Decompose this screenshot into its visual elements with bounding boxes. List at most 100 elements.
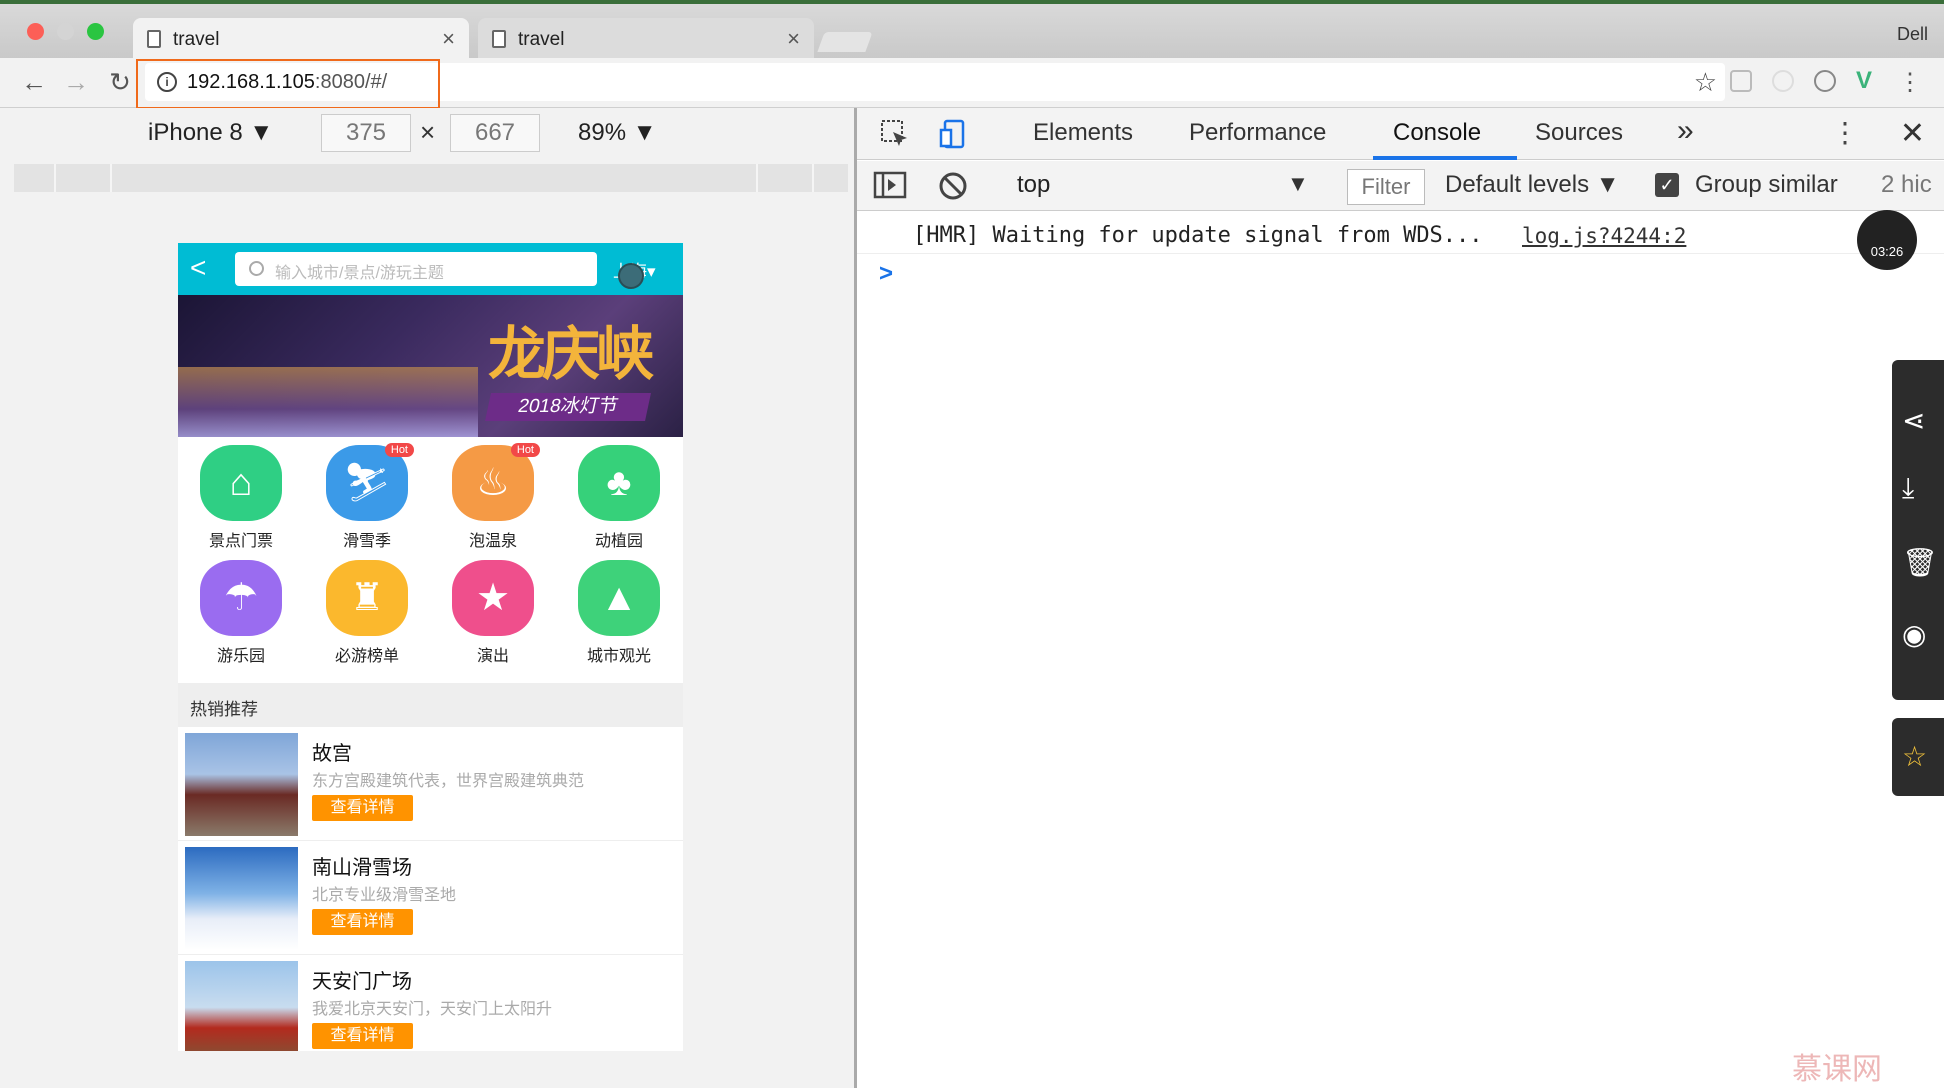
search-input[interactable]: 输入城市/景点/游玩主题 <box>235 252 597 286</box>
cursor-indicator <box>618 263 644 289</box>
share-icon[interactable]: ⋖ <box>1902 404 1938 440</box>
forward-icon[interactable]: → <box>60 66 92 98</box>
profile-name[interactable]: Dell <box>1897 24 1928 45</box>
hot-badge: Hot <box>510 443 540 457</box>
extension-grid-icon[interactable] <box>1730 70 1752 92</box>
browser-tab-active[interactable]: travel × <box>133 18 469 62</box>
icon-item[interactable]: ♨ Hot 泡温泉 <box>430 443 556 560</box>
tab-title: travel <box>173 29 220 50</box>
app-header: < 输入城市/景点/游玩主题 上海▾ <box>178 243 683 295</box>
maximize-window-button[interactable] <box>87 23 104 40</box>
close-devtools-icon[interactable]: ✕ <box>1900 116 1925 151</box>
device-select[interactable]: iPhone 8 ▼ <box>148 119 273 147</box>
close-window-button[interactable] <box>27 23 44 40</box>
icon-item[interactable]: ☂ 游乐园 <box>178 560 304 675</box>
document-icon <box>147 30 161 48</box>
hot-badge: Hot <box>384 443 414 457</box>
browser-menu-icon[interactable]: ⋮ <box>1898 68 1922 96</box>
search-placeholder: 输入城市/景点/游玩主题 <box>275 265 444 282</box>
extension-circle-icon[interactable] <box>1814 70 1836 92</box>
view-details-button[interactable]: 查看详情 <box>312 795 413 821</box>
ticket-icon: ⌂ <box>200 445 282 521</box>
sidebar-toggle-icon[interactable] <box>873 170 907 202</box>
icon-item[interactable]: ♜ 必游榜单 <box>304 560 430 675</box>
eye-icon[interactable]: ◉ <box>1902 618 1938 654</box>
devtools-panel: Elements Performance Console Sources » ⋮… <box>854 108 1944 1088</box>
device-width-input[interactable]: 375 <box>321 114 411 152</box>
view-details-button[interactable]: 查看详情 <box>312 1023 413 1049</box>
section-title: 热销推荐 <box>178 683 683 727</box>
inspect-element-icon[interactable] <box>879 118 911 150</box>
city-tour-icon: ▲ <box>578 560 660 636</box>
amusement-park-icon: ☂ <box>200 560 282 636</box>
banner-swiper[interactable]: 龙庆峡 2018冰灯节 <box>178 295 683 437</box>
chevron-down-icon[interactable]: ▼ <box>1287 171 1309 197</box>
device-toggle-icon[interactable] <box>937 118 969 150</box>
category-icons: ⌂ 景点门票 ⛷ Hot 滑雪季 ♨ Hot 泡温泉 ♣ 动植园 ☂ 游乐园 ♜… <box>178 443 683 680</box>
tab-title: travel <box>518 29 565 50</box>
reload-icon[interactable]: ↻ <box>104 66 136 98</box>
icon-item[interactable]: ♣ 动植园 <box>556 445 682 560</box>
list-item[interactable]: 故宫 东方宫殿建筑代表，世界宫殿建筑典范 查看详情 <box>178 727 683 841</box>
item-desc: 北京专业级滑雪圣地 <box>312 887 457 904</box>
active-tab-indicator <box>1373 156 1517 160</box>
context-select[interactable]: top <box>1017 171 1050 199</box>
tab-sources[interactable]: Sources <box>1535 119 1623 147</box>
tab-close-icon[interactable]: × <box>442 26 455 52</box>
banner-image <box>178 367 478 437</box>
media-query-ruler[interactable] <box>14 164 848 192</box>
tab-close-icon[interactable]: × <box>787 26 800 52</box>
extension-round-icon[interactable] <box>1772 70 1794 92</box>
devtools-menu-icon[interactable]: ⋮ <box>1831 116 1859 149</box>
url-highlight-annotation <box>136 59 440 109</box>
tab-performance[interactable]: Performance <box>1189 119 1326 147</box>
console-source-link[interactable]: log.js?4244:2 <box>1522 224 1686 248</box>
icon-item[interactable]: ▲ 城市观光 <box>556 560 682 675</box>
console-prompt[interactable]: > <box>879 260 893 288</box>
bookmark-star-icon[interactable]: ☆ <box>1694 67 1717 98</box>
recording-timer: 03:26 <box>1857 210 1917 270</box>
view-details-button[interactable]: 查看详情 <box>312 909 413 935</box>
filter-input[interactable]: Filter <box>1347 169 1425 205</box>
tab-console[interactable]: Console <box>1393 119 1481 147</box>
zoo-icon: ♣ <box>578 445 660 521</box>
trash-icon[interactable]: 🗑 <box>1902 546 1938 582</box>
back-icon[interactable]: ← <box>18 66 50 98</box>
screen: travel × travel × Dell ← → ↻ i 192.168.1… <box>0 0 1944 1088</box>
console-message-row: [HMR] Waiting for update signal from WDS… <box>857 218 1944 254</box>
item-desc: 东方宫殿建筑代表，世界宫殿建筑典范 <box>312 773 585 790</box>
icon-label: 城市观光 <box>586 648 651 665</box>
icon-label: 泡温泉 <box>468 533 517 550</box>
pin-icon[interactable]: ☆ <box>1892 718 1944 796</box>
browser-tab[interactable]: travel × <box>478 18 814 62</box>
vue-devtools-icon[interactable]: V <box>1856 69 1878 93</box>
zoom-select[interactable]: 89% ▼ <box>578 119 656 147</box>
new-tab-button[interactable] <box>817 32 873 52</box>
console-toolbar: top ▼ Filter Default levels ▼ ✓ Group si… <box>857 161 1944 211</box>
tab-elements[interactable]: Elements <box>1033 119 1133 147</box>
banner-subtitle: 2018冰灯节 <box>485 393 651 421</box>
download-icon[interactable]: ⤓ <box>1902 472 1938 508</box>
log-levels-select[interactable]: Default levels ▼ <box>1445 171 1620 199</box>
list-item[interactable]: 天安门广场 我爱北京天安门，天安门上太阳升 查看详情 <box>178 955 683 1051</box>
watermark-logo: 慕课网 <box>1792 1053 1882 1086</box>
icon-item[interactable]: ⛷ Hot 滑雪季 <box>304 443 430 560</box>
minimize-window-button[interactable] <box>57 23 74 40</box>
icon-label: 滑雪季 <box>342 533 391 550</box>
document-icon <box>492 30 506 48</box>
list-item[interactable]: 南山滑雪场 北京专业级滑雪圣地 查看详情 <box>178 841 683 955</box>
search-icon <box>249 261 264 276</box>
more-tabs-icon[interactable]: » <box>1677 114 1694 148</box>
group-similar-checkbox[interactable]: ✓ <box>1655 173 1679 197</box>
device-toolbar: iPhone 8 ▼ 375 × 667 89% ▼ <box>10 108 854 158</box>
icon-item[interactable]: ★ 演出 <box>430 560 556 675</box>
icon-label: 演出 <box>476 648 509 665</box>
clear-console-icon[interactable] <box>937 170 969 202</box>
icon-label: 景点门票 <box>208 533 273 550</box>
item-title: 南山滑雪场 <box>312 857 412 879</box>
icon-item[interactable]: ⌂ 景点门票 <box>178 445 304 560</box>
show-icon: ★ <box>452 560 534 636</box>
device-height-input[interactable]: 667 <box>450 114 540 152</box>
back-arrow-icon[interactable]: < <box>190 252 206 284</box>
devtools-tab-bar: Elements Performance Console Sources » ⋮… <box>857 108 1944 160</box>
